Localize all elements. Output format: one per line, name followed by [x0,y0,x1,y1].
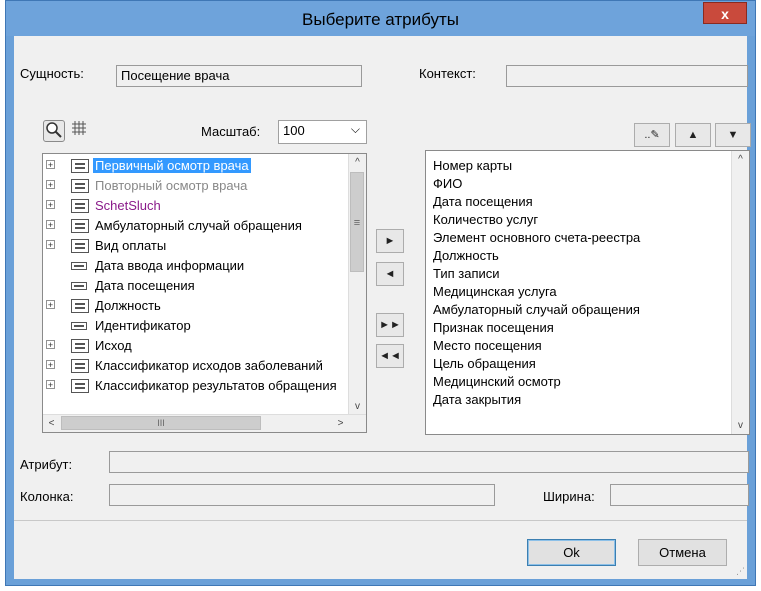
add-all-button[interactable]: ►► [376,313,404,337]
expand-icon[interactable]: + [46,360,55,370]
tree-item-label: Повторный осмотр врача [95,178,248,193]
window-title: Выберите атрибуты [302,10,459,29]
width-field[interactable] [610,484,749,506]
tree-horizontal-scrollbar[interactable]: < III > [43,414,366,432]
zoom-icon[interactable] [43,120,65,142]
folder-icon [71,339,89,353]
context-label: Контекст: [419,66,476,81]
list-item[interactable]: Медицинский осмотр [433,374,561,389]
selected-attributes-list[interactable]: Номер карты ФИО Дата посещения Количеств… [425,150,750,435]
list-item[interactable]: ФИО [433,176,462,191]
scroll-up-icon[interactable]: ^ [732,151,749,168]
scroll-down-icon[interactable]: v [732,417,749,434]
folder-icon [71,239,89,253]
tree-item-label: Классификатор результатов обращения [95,378,337,393]
attribute-field[interactable] [109,451,749,473]
folder-icon [71,179,89,193]
scroll-right-icon[interactable]: > [332,415,349,432]
tree-item-label: Идентификатор [95,318,191,333]
column-label: Колонка: [20,489,74,504]
list-item[interactable]: Дата закрытия [433,392,521,407]
list-item[interactable]: Дата посещения [433,194,533,209]
field-icon [71,322,87,330]
scale-combobox[interactable]: 100 ⌵ [278,120,367,144]
expand-icon[interactable]: + [46,340,55,350]
scale-label: Масштаб: [201,124,261,139]
title-bar[interactable]: Выберите атрибуты x [6,1,755,36]
folder-icon [71,219,89,233]
add-button[interactable]: ► [376,229,404,253]
folder-icon [71,299,89,313]
move-down-button[interactable]: ▼ [715,123,751,147]
cancel-button[interactable]: Отмена [638,539,727,566]
entity-field[interactable]: Посещение врача [116,65,362,87]
context-field[interactable] [506,65,748,87]
list-vertical-scrollbar[interactable]: ^ v [731,151,749,434]
folder-icon [71,379,89,393]
magnifier-icon [46,122,62,138]
expand-icon[interactable]: + [46,200,55,210]
field-icon [71,282,87,290]
tree-item-label: Дата ввода информации [95,258,245,273]
dialog-window: Выберите атрибуты x Сущность: Посещение … [5,0,756,586]
expand-icon[interactable]: + [46,240,55,250]
attribute-label: Атрибут: [20,457,73,472]
scroll-up-icon[interactable]: ^ [349,154,366,171]
width-label: Ширина: [543,489,595,504]
column-field[interactable] [109,484,495,506]
scroll-thumb[interactable]: ≡ [350,172,364,272]
list-item[interactable]: Цель обращения [433,356,536,371]
close-button[interactable]: x [703,2,747,24]
folder-icon [71,359,89,373]
grid-glyph-icon [72,121,86,135]
scale-value: 100 [283,123,305,138]
tree-item-label: Должность [95,298,161,313]
remove-button[interactable]: ◄ [376,262,404,286]
tree-item-label: Первичный осмотр врача [93,158,251,173]
tree-item-label: Классификатор исходов заболеваний [95,358,323,373]
tree-item-label: Амбулаторный случай обращения [95,218,302,233]
tree-vertical-scrollbar[interactable]: ^ ≡ v [348,154,366,415]
list-item[interactable]: Тип записи [433,266,500,281]
expand-icon[interactable]: + [46,160,55,170]
folder-icon [71,159,89,173]
divider [14,520,747,521]
scroll-left-icon[interactable]: < [43,415,60,432]
list-item[interactable]: Количество услуг [433,212,538,227]
list-item[interactable]: Признак посещения [433,320,554,335]
scroll-down-icon[interactable]: v [349,398,366,415]
edit-button[interactable]: ..✎ [634,123,670,147]
resize-grip-icon[interactable]: ⋰ [736,566,745,577]
list-item[interactable]: Должность [433,248,499,263]
tree-item-label: Исход [95,338,132,353]
expand-icon[interactable]: + [46,300,55,310]
list-item[interactable]: Место посещения [433,338,542,353]
remove-all-button[interactable]: ◄◄ [376,344,404,368]
move-up-button[interactable]: ▲ [675,123,711,147]
tree-item-label: Вид оплаты [95,238,167,253]
list-item[interactable]: Элемент основного счета-реестра [433,230,640,245]
field-icon [71,262,87,270]
tree-item-label: Дата посещения [95,278,195,293]
expand-icon[interactable]: + [46,220,55,230]
expand-icon[interactable]: + [46,380,55,390]
expand-icon[interactable]: + [46,180,55,190]
list-item[interactable]: Номер карты [433,158,512,173]
dialog-body: Сущность: Посещение врача Контекст: Масш… [14,36,751,579]
entity-label: Сущность: [20,66,84,81]
list-item[interactable]: Медицинская услуга [433,284,557,299]
grid-icon[interactable] [68,120,90,142]
chevron-down-icon[interactable]: ⌵ [351,122,360,137]
ok-button[interactable]: Ok [527,539,616,566]
folder-icon [71,199,89,213]
hscroll-thumb[interactable]: III [61,416,261,430]
tree-item-label: SchetSluch [95,198,161,213]
list-item[interactable]: Амбулаторный случай обращения [433,302,640,317]
attribute-tree[interactable]: + Первичный осмотр врача + Повторный осм… [42,153,367,433]
